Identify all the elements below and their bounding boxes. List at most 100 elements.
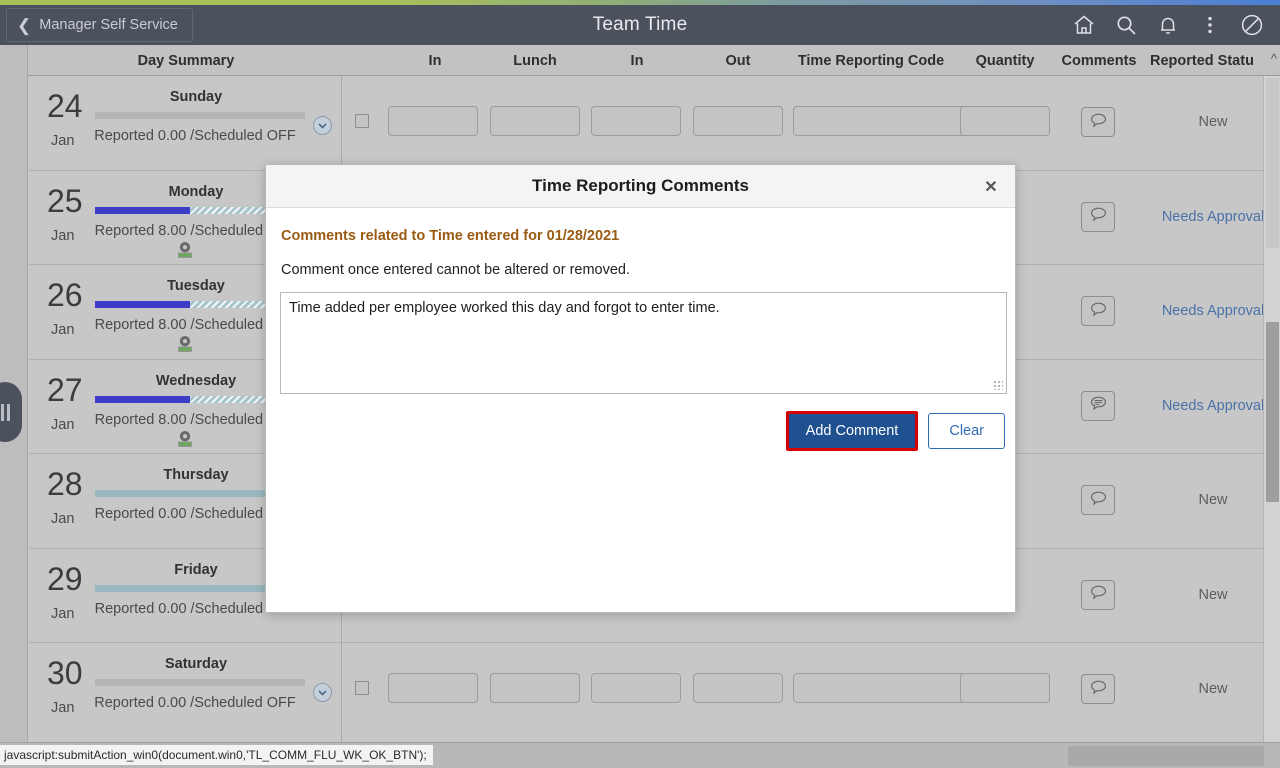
modal-title-text: Time Reporting Comments bbox=[532, 176, 749, 195]
open-comments-button[interactable] bbox=[1081, 674, 1115, 704]
modal-button-row: Add Comment Clear bbox=[785, 411, 1005, 451]
close-icon[interactable]: ✕ bbox=[981, 177, 1001, 197]
day-name: Saturday bbox=[164, 656, 228, 672]
comment-bubble-empty-icon bbox=[1090, 206, 1107, 227]
reported-bar-fill bbox=[95, 301, 190, 308]
day-name: Friday bbox=[174, 561, 218, 578]
column-header-day-summary: Day Summary bbox=[137, 52, 235, 69]
actions-kebab-icon[interactable] bbox=[1190, 5, 1230, 45]
comment-textarea-value[interactable]: Time added per employee worked this day … bbox=[289, 299, 986, 319]
in-2-time-input[interactable] bbox=[591, 106, 681, 136]
open-comments-button[interactable] bbox=[1081, 579, 1115, 610]
day-number: 25 bbox=[47, 182, 83, 219]
day-number: 30 bbox=[47, 655, 83, 691]
reported-status-needs[interactable]: Needs Approval bbox=[1153, 209, 1273, 225]
clear-button[interactable]: Clear bbox=[928, 413, 1005, 449]
day-name: Wednesday bbox=[155, 372, 237, 389]
in-2-time-input[interactable] bbox=[591, 673, 681, 703]
quantity-input[interactable] bbox=[960, 673, 1050, 703]
row-select-checkbox[interactable] bbox=[355, 114, 369, 128]
comments-related-heading: Comments related to Time entered for 01/… bbox=[281, 228, 620, 244]
column-header-in-2: In bbox=[630, 52, 644, 69]
add-comment-button[interactable]: Add Comment bbox=[788, 414, 916, 448]
column-header-out: Out bbox=[725, 52, 751, 69]
day-name: Tuesday bbox=[167, 278, 225, 294]
notifications-bell-icon[interactable] bbox=[1148, 5, 1188, 45]
column-header-comments: Comments bbox=[1061, 52, 1137, 69]
open-comments-button[interactable] bbox=[1081, 390, 1115, 421]
back-button-label: Manager Self Service bbox=[39, 17, 178, 33]
day-name: Sunday bbox=[169, 89, 223, 105]
textarea-resize-grip-icon[interactable] bbox=[994, 381, 1003, 390]
day-number: 26 bbox=[47, 277, 83, 313]
home-icon[interactable] bbox=[1064, 5, 1104, 45]
scroll-up-caret-icon[interactable]: ^ bbox=[1271, 52, 1277, 65]
reported-status-needs[interactable]: Needs Approval bbox=[1153, 398, 1273, 414]
chevron-left-icon: ❮ bbox=[17, 15, 32, 35]
reported-bar-fill bbox=[95, 395, 190, 403]
day-progress-bar bbox=[95, 679, 305, 686]
vertical-scroll-thumb[interactable] bbox=[1266, 322, 1279, 502]
comment-bubble-empty-icon bbox=[1090, 301, 1107, 322]
search-icon[interactable] bbox=[1106, 5, 1146, 45]
day-summary-row[interactable]: 30 Jan Saturday Reported 0.00 /Scheduled OF… bbox=[29, 643, 341, 738]
day-summary-row[interactable]: 24 Jan Sunday Reported 0.00 /Scheduled OFF bbox=[29, 76, 341, 171]
comment-bubble-filled-icon bbox=[1090, 395, 1107, 416]
out-time-input[interactable] bbox=[693, 673, 783, 703]
day-name: Thursday bbox=[163, 467, 229, 483]
expand-day-chevron-down-icon[interactable] bbox=[313, 683, 332, 702]
comment-immutable-note: Comment once entered cannot be altered o… bbox=[281, 262, 631, 278]
in-time-input[interactable] bbox=[388, 673, 478, 703]
reported-bar-fill bbox=[95, 206, 190, 214]
day-name: Monday bbox=[168, 183, 224, 200]
nav-bar-icon[interactable] bbox=[1232, 5, 1272, 45]
day-reported-scheduled-text: Reported 0.00 /Scheduled OFF bbox=[94, 695, 296, 711]
row-select-checkbox[interactable] bbox=[355, 681, 369, 695]
lunch-time-input[interactable] bbox=[490, 106, 580, 136]
reported-status-new: New bbox=[1198, 586, 1228, 603]
modal-body: Comments related to Time entered for 01/… bbox=[266, 208, 1015, 451]
app-root: ❮ Manager Self Service Team Time Day Sum… bbox=[0, 0, 1280, 768]
open-comments-button[interactable] bbox=[1081, 107, 1115, 137]
comment-bubble-empty-icon bbox=[1090, 490, 1107, 511]
out-time-input[interactable] bbox=[693, 106, 783, 136]
reported-status-needs[interactable]: Needs Approval bbox=[1153, 303, 1273, 319]
modal-title-bar: Time Reporting Comments ✕ bbox=[266, 165, 1015, 208]
elapsed-time-gear-icon bbox=[175, 430, 195, 448]
elapsed-time-gear-icon bbox=[175, 241, 195, 259]
column-header-gutter bbox=[0, 45, 28, 76]
grid-column-header-row: Day Summary In Lunch In Out Time Reporti… bbox=[0, 45, 1280, 76]
vertical-scrollbar[interactable] bbox=[1263, 76, 1280, 742]
comment-bubble-empty-icon bbox=[1090, 679, 1107, 700]
open-comments-button[interactable] bbox=[1081, 296, 1115, 326]
vertical-scroll-track-top bbox=[1266, 78, 1279, 248]
lunch-time-input[interactable] bbox=[490, 673, 580, 703]
browser-status-url: javascript:submitAction_win0(document.wi… bbox=[0, 745, 433, 765]
day-reported-scheduled-text: Reported 0.00 /Scheduled OFF bbox=[94, 128, 296, 144]
comment-textarea-wrapper[interactable]: Time added per employee worked this day … bbox=[280, 292, 1007, 394]
back-to-manager-self-service-button[interactable]: ❮ Manager Self Service bbox=[6, 8, 193, 42]
collapse-panel-handle[interactable] bbox=[0, 382, 22, 442]
quantity-input[interactable] bbox=[960, 106, 1050, 136]
elapsed-time-gear-icon bbox=[175, 335, 195, 353]
column-header-lunch: Lunch bbox=[513, 52, 557, 69]
handle-bar-left bbox=[0, 403, 4, 421]
day-progress-bar bbox=[95, 112, 305, 119]
expand-day-chevron-down-icon[interactable] bbox=[313, 116, 332, 135]
comment-bubble-empty-icon bbox=[1090, 584, 1107, 605]
time-entry-row: New bbox=[343, 76, 1263, 171]
comment-bubble-empty-icon bbox=[1090, 112, 1107, 133]
time-reporting-comments-modal: Time Reporting Comments ✕ Comments relat… bbox=[265, 164, 1016, 613]
time-entry-row: New bbox=[343, 643, 1263, 738]
open-comments-button[interactable] bbox=[1081, 485, 1115, 515]
app-header: ❮ Manager Self Service Team Time bbox=[0, 5, 1280, 45]
in-time-input[interactable] bbox=[388, 106, 478, 136]
add-comment-button-focus-ring: Add Comment bbox=[785, 411, 919, 451]
reported-status-new: New bbox=[1198, 681, 1228, 697]
column-header-quantity: Quantity bbox=[975, 52, 1035, 69]
day-number: 24 bbox=[47, 88, 83, 124]
column-header-in: In bbox=[428, 52, 442, 69]
horizontal-scroll-thumb[interactable] bbox=[1068, 746, 1264, 766]
column-header-reported-status: Reported Statu bbox=[1150, 52, 1254, 69]
open-comments-button[interactable] bbox=[1081, 201, 1115, 232]
